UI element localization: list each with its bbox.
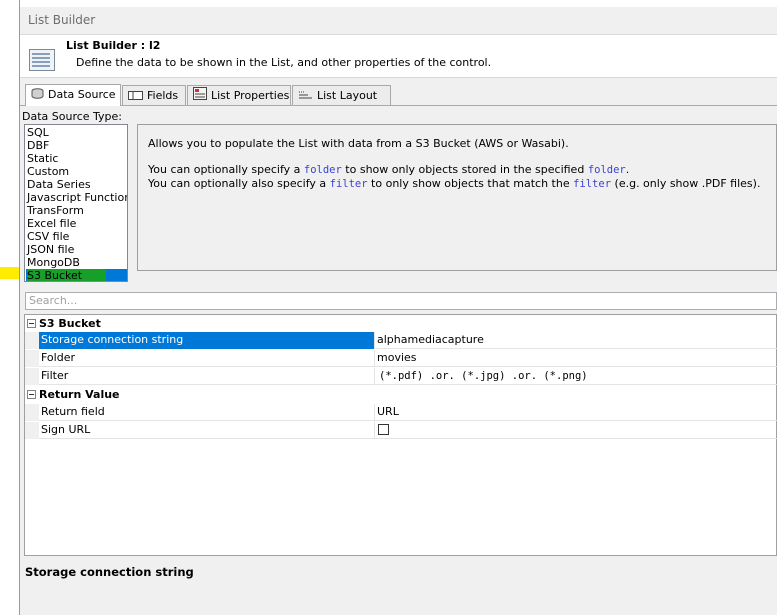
properties-icon [193,86,207,106]
text: You can optionally also specify a [148,177,330,190]
list-item[interactable]: Custom [26,165,127,178]
tab-list-properties-label: List Properties [211,89,290,102]
property-row-sign-url[interactable]: Sign URL [25,422,777,439]
code-keyword: folder [303,164,342,176]
row-gutter [25,350,39,367]
row-gutter [25,332,39,349]
row-gutter [25,368,39,385]
dialog-subtitle: Define the data to be shown in the List,… [76,56,492,69]
tab-fields-label: Fields [147,89,179,102]
left-margin [0,0,19,615]
property-value[interactable]: URL [377,404,399,421]
data-source-type-label: Data Source Type: [22,110,123,123]
list-item[interactable]: Static [26,152,127,165]
tab-fields[interactable]: Fields [122,85,186,105]
list-item[interactable]: JSON file [26,243,127,256]
dialog-title: List Builder : l2 [66,39,161,52]
fields-icon [128,87,143,106]
list-item[interactable]: Data Series [26,178,127,191]
property-row-storage-connection-string[interactable]: Storage connection string alphamediacapt… [25,332,777,349]
collapse-icon[interactable] [27,319,36,328]
description-line-1: Allows you to populate the List with dat… [148,137,569,150]
window-title: List Builder [20,7,777,35]
property-row-folder[interactable]: Folder movies [25,350,777,367]
code-keyword: folder [587,164,626,176]
property-row-filter[interactable]: Filter (*.pdf) .or. (*.jpg) .or. (*.png) [25,368,777,385]
code-keyword: filter [573,178,612,190]
help-splitter[interactable] [24,556,777,560]
category-s3-bucket[interactable]: S3 Bucket [25,315,777,332]
tab-data-source-label: Data Source [48,88,116,101]
database-icon [31,86,44,105]
property-name[interactable]: Filter [39,368,375,385]
layout-icon [298,87,313,106]
row-gutter [25,404,39,421]
property-name[interactable]: Return field [39,404,375,421]
list-builder-icon [29,49,55,71]
list-item[interactable]: TransForm [26,204,127,217]
property-name[interactable]: Folder [39,350,375,367]
description-line-2: You can optionally specify a folder to s… [148,163,629,176]
list-item-selected[interactable]: S3 Bucket [26,269,127,281]
category-label: Return Value [39,388,120,401]
category-return-value[interactable]: Return Value [25,386,777,403]
tab-list-layout-label: List Layout [317,89,378,102]
selected-item-label: S3 Bucket [27,269,107,281]
list-item[interactable]: DBF [26,139,127,152]
list-item[interactable]: Excel file [26,217,127,230]
code-keyword: filter [329,178,368,190]
row-gutter [25,422,39,439]
collapse-icon[interactable] [27,390,36,399]
property-name[interactable]: Storage connection string [39,332,375,349]
property-name[interactable]: Sign URL [39,422,375,439]
property-value[interactable]: alphamediacapture [377,332,484,349]
help-title: Storage connection string [25,565,194,579]
tab-list-layout[interactable]: List Layout [292,85,391,105]
list-item[interactable]: SQL [26,126,127,139]
list-item[interactable]: CSV file [26,230,127,243]
text: (e.g. only show .PDF files). [611,177,761,190]
property-value[interactable]: (*.pdf) .or. (*.jpg) .or. (*.png) [379,368,588,385]
text: . [625,163,630,176]
text: to show only objects stored in the speci… [341,163,588,176]
text: You can optionally specify a [148,163,304,176]
property-search-input[interactable]: Search... [25,292,777,310]
category-label: S3 Bucket [39,317,101,330]
description-line-3: You can optionally also specify a filter… [148,177,760,190]
list-item[interactable]: MongoDB [26,256,127,269]
tab-list-properties[interactable]: List Properties [187,85,291,105]
data-source-type-list[interactable]: SQL DBF Static Custom Data Series Javasc… [24,124,128,282]
property-value[interactable]: movies [377,350,417,367]
text: to only show objects that match the [367,177,574,190]
list-item[interactable]: Javascript Function [26,191,127,204]
property-row-return-field[interactable]: Return field URL [25,404,777,421]
tab-data-source[interactable]: Data Source [25,84,121,106]
sign-url-checkbox[interactable] [378,424,389,435]
